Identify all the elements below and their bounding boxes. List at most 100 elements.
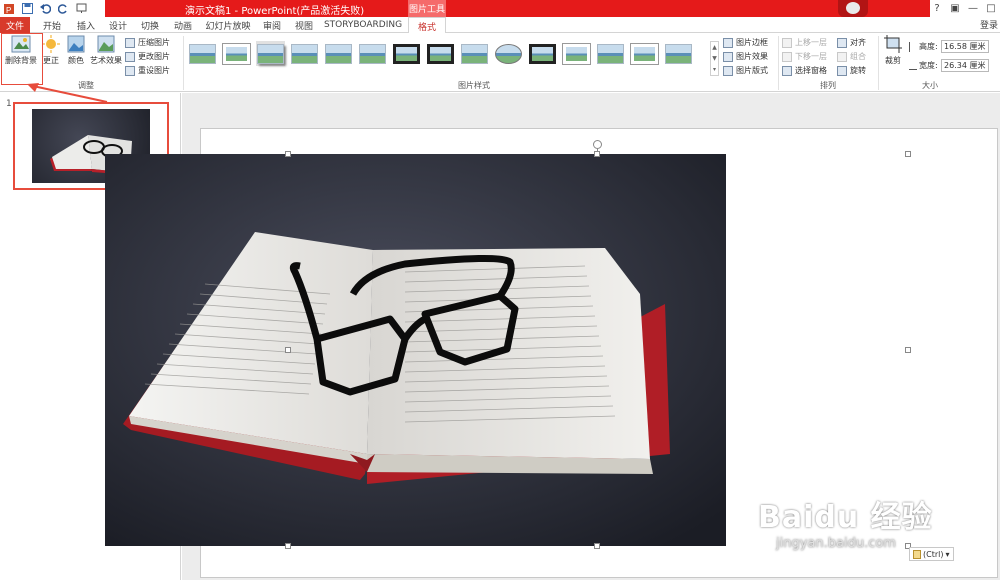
undo-icon[interactable] — [36, 0, 54, 17]
picture-color-icon — [67, 35, 85, 53]
style-thumbnail[interactable] — [222, 41, 251, 66]
selection-pane-button[interactable]: 选择窗格 — [782, 64, 827, 77]
style-thumbnail[interactable] — [562, 41, 591, 66]
picture-layout-button[interactable]: 图片版式 — [723, 64, 768, 77]
picture-border-button[interactable]: 图片边框 — [723, 36, 768, 49]
style-thumbnail[interactable] — [630, 41, 659, 66]
book-and-glasses-image — [105, 154, 726, 546]
style-preview — [597, 43, 624, 64]
style-preview — [359, 43, 386, 64]
style-thumbnail[interactable] — [188, 41, 217, 66]
resize-handle[interactable] — [285, 151, 291, 157]
start-slideshow-icon[interactable] — [72, 0, 90, 17]
width-icon — [909, 62, 917, 70]
color-button[interactable]: 颜色 — [64, 35, 88, 66]
tab-view[interactable]: 视图 — [290, 17, 318, 33]
minimize-icon[interactable]: — — [964, 0, 982, 17]
tab-storyboarding[interactable]: STORYBOARDING — [323, 17, 403, 33]
rotate-handle[interactable] — [593, 140, 602, 149]
change-picture-button[interactable]: 更改图片 — [125, 50, 170, 63]
gallery-scroll[interactable]: ▲ ▼ ▾ — [710, 41, 719, 76]
resize-handle[interactable] — [594, 151, 600, 157]
tab-transitions[interactable]: 切换 — [135, 17, 165, 33]
artistic-effects-button[interactable]: 艺术效果 — [90, 35, 122, 66]
style-preview — [563, 43, 590, 64]
help-icon[interactable]: ? — [928, 0, 946, 17]
style-thumbnail[interactable] — [596, 41, 625, 66]
watermark-url: jingyan.baidu.com — [776, 536, 896, 551]
bring-forward-label: 上移一层 — [795, 38, 827, 47]
quick-access-toolbar: P — [0, 0, 90, 17]
tab-review[interactable]: 审阅 — [258, 17, 286, 33]
save-icon[interactable] — [18, 0, 36, 17]
tab-design[interactable]: 设计 — [104, 17, 132, 33]
annotation-arrow-icon — [27, 83, 108, 103]
gallery-down-icon[interactable]: ▼ — [712, 55, 717, 62]
picture-layout-label: 图片版式 — [736, 66, 768, 75]
tab-home[interactable]: 开始 — [36, 17, 68, 33]
redo-icon[interactable] — [54, 0, 72, 17]
compress-icon — [125, 37, 135, 48]
style-thumbnail[interactable] — [256, 41, 285, 66]
crop-icon — [884, 35, 902, 53]
crop-label: 裁剪 — [885, 56, 901, 65]
compress-pictures-button[interactable]: 压缩图片 — [125, 36, 170, 49]
rotate-button[interactable]: 旋转 — [837, 64, 866, 77]
app-icon[interactable]: P — [0, 0, 18, 17]
group-separator — [778, 36, 779, 90]
tab-insert[interactable]: 插入 — [70, 17, 102, 33]
style-thumbnail[interactable] — [426, 41, 455, 66]
style-preview — [495, 43, 522, 64]
corrections-button[interactable]: 更正 — [40, 35, 62, 66]
style-preview — [291, 43, 318, 64]
style-thumbnail[interactable] — [664, 41, 693, 66]
height-input[interactable]: 16.58 厘米 — [941, 40, 989, 53]
user-avatar[interactable] — [838, 0, 868, 17]
style-preview — [325, 43, 352, 64]
gallery-up-icon[interactable]: ▲ — [712, 44, 717, 51]
align-button[interactable]: 对齐 — [837, 36, 866, 49]
tab-animations[interactable]: 动画 — [168, 17, 198, 33]
style-thumbnail[interactable] — [494, 41, 523, 66]
maximize-icon[interactable]: □ — [982, 0, 1000, 17]
send-backward-button[interactable]: 下移一层 — [782, 50, 827, 63]
group-separator — [183, 36, 184, 90]
gallery-more-icon[interactable]: ▾ — [713, 66, 716, 73]
height-row: 高度: — [909, 40, 938, 53]
tab-format[interactable]: 格式 — [408, 17, 446, 34]
selected-picture[interactable] — [105, 154, 726, 546]
style-preview — [223, 43, 250, 64]
bring-forward-button[interactable]: 上移一层 — [782, 36, 827, 49]
artistic-effects-icon — [97, 35, 115, 53]
change-picture-icon — [125, 51, 135, 62]
resize-handle[interactable] — [594, 543, 600, 549]
title-bar: P 演示文稿1 - PowerPoint(产品激活失败) 图片工具 ? ▣ — … — [0, 0, 1000, 17]
style-thumbnail[interactable] — [392, 41, 421, 66]
tab-slideshow[interactable]: 幻灯片放映 — [202, 17, 254, 33]
tab-file[interactable]: 文件 — [0, 17, 30, 33]
style-thumbnail[interactable] — [358, 41, 387, 66]
width-input[interactable]: 26.34 厘米 — [941, 59, 989, 72]
resize-handle[interactable] — [285, 543, 291, 549]
style-preview — [427, 43, 454, 64]
style-thumbnail[interactable] — [324, 41, 353, 66]
style-thumbnail[interactable] — [460, 41, 489, 66]
style-preview — [665, 43, 692, 64]
reset-picture-button[interactable]: 重设图片 — [125, 64, 170, 77]
group-objects-button[interactable]: 组合 — [837, 50, 866, 63]
change-picture-label: 更改图片 — [138, 52, 170, 61]
ribbon-display-icon[interactable]: ▣ — [946, 0, 964, 17]
picture-effects-label: 图片效果 — [736, 52, 768, 61]
style-thumbnail[interactable] — [290, 41, 319, 66]
crop-button[interactable]: 裁剪 — [882, 35, 904, 66]
login-link[interactable]: 登录 — [980, 18, 998, 31]
style-preview — [461, 43, 488, 64]
picture-effects-button[interactable]: 图片效果 — [723, 50, 768, 63]
resize-handle[interactable] — [905, 151, 911, 157]
style-thumbnail[interactable] — [528, 41, 557, 66]
rotate-label: 旋转 — [850, 66, 866, 75]
style-preview — [257, 43, 284, 64]
resize-handle[interactable] — [905, 347, 911, 353]
resize-handle[interactable] — [285, 347, 291, 353]
sun-icon — [42, 35, 60, 53]
